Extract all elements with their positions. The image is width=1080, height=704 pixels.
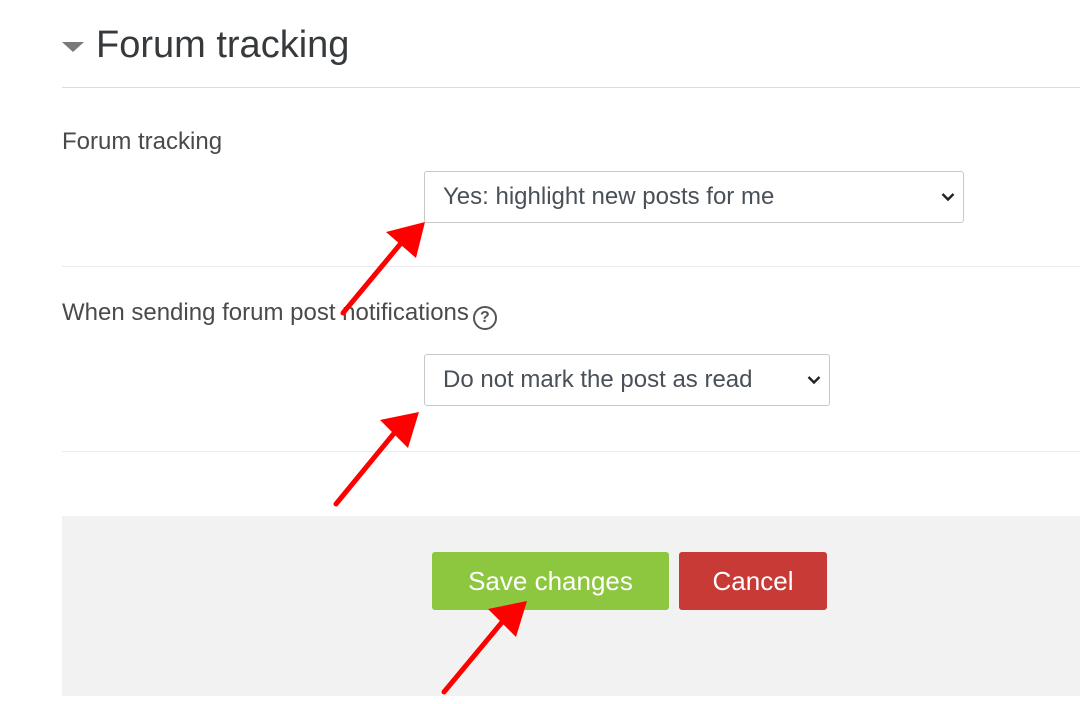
question-circle-icon[interactable]: ?	[472, 306, 497, 330]
cancel-button[interactable]: Cancel	[679, 552, 827, 610]
chevron-down-icon	[799, 375, 829, 385]
chevron-down-icon	[933, 192, 963, 202]
collapse-caret-icon[interactable]	[62, 41, 84, 52]
notifications-select[interactable]: Do not mark the post as read	[424, 354, 830, 406]
field-divider	[62, 451, 1080, 452]
field-divider	[62, 266, 1080, 267]
notifications-label-row: When sending forum post notifications ?	[62, 296, 497, 330]
notifications-select-value: Do not mark the post as read	[443, 366, 753, 393]
section-title: Forum tracking	[96, 24, 350, 66]
save-changes-button[interactable]: Save changes	[432, 552, 669, 610]
forum-tracking-select-value: Yes: highlight new posts for me	[443, 183, 775, 210]
forum-tracking-label: Forum tracking	[62, 128, 223, 155]
notifications-label: When sending forum post notifications	[62, 299, 469, 326]
annotation-arrow-icon	[333, 412, 419, 507]
section-divider	[62, 87, 1080, 88]
forum-tracking-select[interactable]: Yes: highlight new posts for me	[424, 171, 964, 223]
section-header[interactable]: Forum tracking	[62, 24, 349, 67]
forum-tracking-settings-page: Forum tracking Forum tracking Yes: highl…	[0, 0, 1080, 704]
